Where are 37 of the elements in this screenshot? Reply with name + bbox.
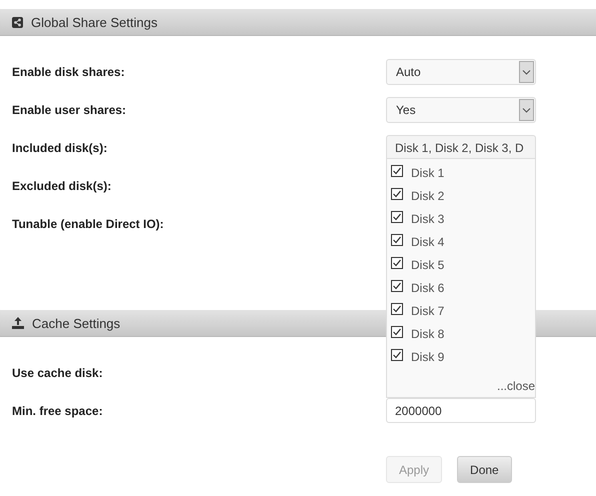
checkbox[interactable]: [391, 210, 403, 222]
disk-option[interactable]: Disk 7: [387, 299, 535, 322]
checkbox[interactable]: [391, 302, 403, 314]
field-label: Included disk(s):: [11, 141, 108, 155]
disk-option[interactable]: Disk 2: [387, 184, 535, 207]
disk-option[interactable]: Disk 9: [387, 345, 535, 368]
field-label: Use cache disk:: [11, 366, 104, 380]
caret-icon: [519, 61, 534, 83]
field-label: Enable disk shares:: [11, 65, 126, 79]
checkbox[interactable]: [391, 280, 403, 292]
caret-icon: [519, 99, 534, 121]
share-icon: [12, 16, 23, 28]
checkbox[interactable]: [391, 348, 403, 360]
dropdown[interactable]: Auto: [386, 59, 536, 85]
disk-option[interactable]: Disk 6: [387, 276, 535, 299]
checkbox[interactable]: [391, 256, 403, 268]
checkbox[interactable]: [391, 164, 403, 176]
multiselect-field[interactable]: Disk 1, Disk 2, Disk 3, D: [386, 135, 536, 158]
disk-option[interactable]: Disk 4: [387, 230, 535, 253]
field-label: Min. free space:: [11, 404, 104, 418]
close-link[interactable]: ...close: [496, 379, 535, 393]
field-label: Excluded disk(s):: [11, 179, 112, 193]
section-title: Cache Settings: [32, 316, 120, 330]
section-title: Global Share Settings: [31, 14, 158, 30]
dropdown[interactable]: Yes: [386, 97, 536, 123]
disk-option[interactable]: Disk 5: [387, 253, 535, 276]
disk-option[interactable]: Disk 3: [387, 207, 535, 230]
field-label: Enable user shares:: [11, 103, 128, 117]
action-button[interactable]: Done: [457, 456, 512, 483]
disk-option[interactable]: Disk 1: [387, 161, 535, 184]
field-label: Tunable (enable Direct IO):: [11, 217, 165, 231]
checkbox[interactable]: [391, 234, 403, 246]
input-field[interactable]: 2000000: [386, 398, 536, 423]
disk-option[interactable]: Disk 8: [387, 322, 535, 345]
checkbox[interactable]: [391, 188, 403, 200]
checkbox[interactable]: [391, 326, 403, 338]
upload-icon: [12, 317, 24, 329]
